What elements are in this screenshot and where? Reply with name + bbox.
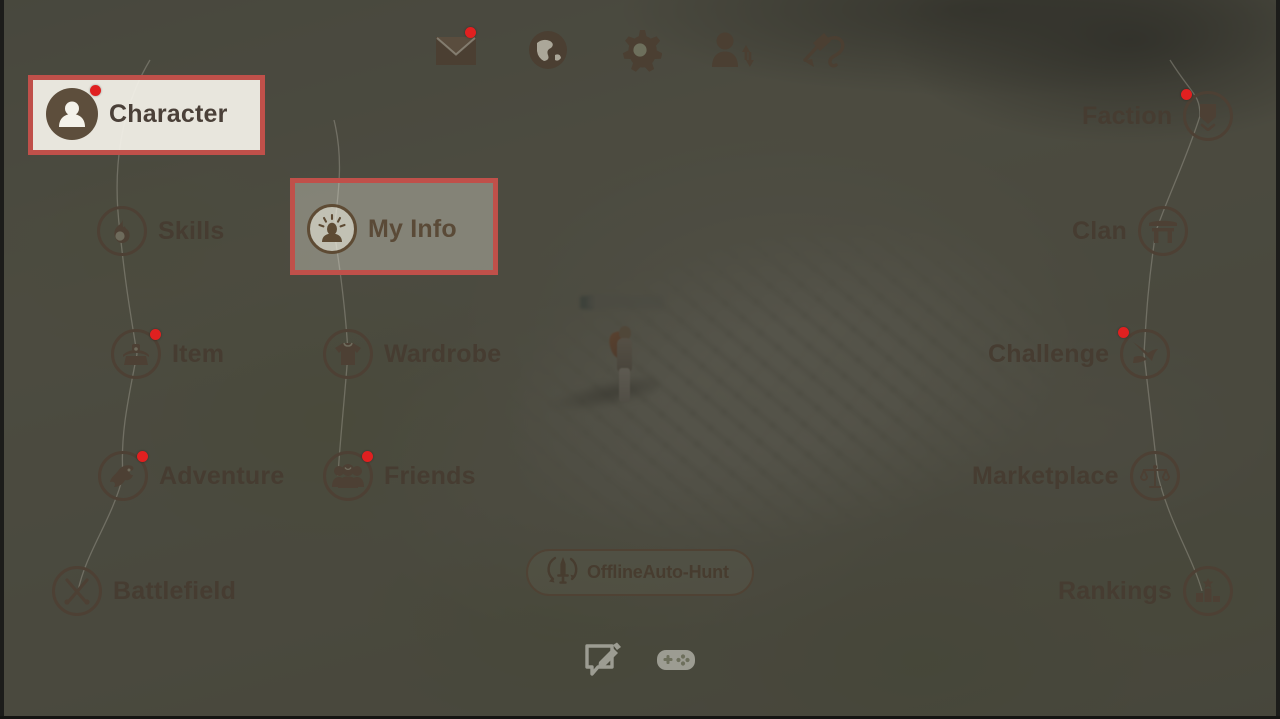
menu-item-wardrobe[interactable]: Wardrobe: [323, 329, 501, 379]
switch-character-icon: [712, 32, 754, 67]
world-icon: [529, 31, 567, 69]
griffin-icon: [98, 451, 148, 501]
shirt-icon: [323, 329, 373, 379]
world-icon-button[interactable]: [524, 26, 572, 74]
letterbox-right: [1276, 0, 1280, 719]
letterbox-left: [0, 0, 4, 719]
bar-chart-star-glyph: [1196, 578, 1221, 602]
character-notification-badge: [90, 85, 101, 96]
crossed-swords-glyph: [64, 578, 90, 605]
menu-item-label: Marketplace: [972, 461, 1119, 490]
menu-item-battlefield[interactable]: Battlefield: [52, 566, 236, 616]
adventure-notification-badge: [137, 451, 148, 462]
sword-refresh-glyph: [547, 556, 578, 584]
scales-glyph: [1139, 464, 1170, 488]
switch-character-icon-button[interactable]: [708, 26, 756, 74]
menu-item-character[interactable]: Character: [46, 85, 228, 140]
offline-auto-hunt-button[interactable]: OfflineAuto-Hunt: [526, 549, 754, 596]
menu-item-label: Item: [172, 339, 225, 368]
menu-item-adventure[interactable]: Adventure: [98, 451, 284, 501]
menu-item-label: Challenge: [988, 339, 1110, 368]
banner-icon: [1181, 89, 1234, 141]
menu-item-clan[interactable]: Clan: [1072, 206, 1188, 256]
top-icon-bar: [0, 22, 1280, 78]
menu-item-label: Skills: [158, 216, 225, 245]
menu-item-label: Rankings: [1058, 576, 1173, 605]
gate-icon: [1137, 206, 1188, 256]
bottom-icon-bar: [0, 636, 1280, 684]
banner-glyph: [1200, 104, 1217, 131]
menu-item-label: Adventure: [159, 461, 285, 490]
menu-item-label: Friends: [384, 461, 476, 490]
scales-icon: [1129, 451, 1180, 501]
profile-spotlight-glyph: [318, 213, 346, 242]
gamepad-icon-button[interactable]: [654, 639, 698, 681]
gamepad-icon: [657, 650, 695, 670]
bar-chart-star-icon: [1183, 566, 1234, 616]
settings-gear-icon-button[interactable]: [616, 26, 664, 74]
mail-icon-button[interactable]: [432, 26, 480, 74]
disconnect-plug-icon: [803, 33, 845, 68]
people-icon: [323, 451, 373, 501]
menu-item-skills[interactable]: Skills: [97, 206, 225, 256]
avatar-icon: [46, 85, 101, 140]
menu-item-faction[interactable]: Faction: [1082, 89, 1234, 141]
menu-item-label: Wardrobe: [384, 339, 502, 368]
gate-glyph: [1148, 220, 1177, 243]
disconnect-plug-icon-button[interactable]: [800, 26, 848, 74]
menu-item-label: My Info: [368, 214, 457, 243]
strike-icon: [1118, 327, 1171, 379]
menu-item-my-info[interactable]: My Info: [307, 204, 457, 254]
menu-item-item[interactable]: Item: [111, 329, 224, 379]
menu-item-friends[interactable]: Friends: [323, 451, 476, 501]
faction-notification-badge: [1181, 89, 1193, 100]
menu-item-label: Battlefield: [113, 576, 237, 605]
flame-glyph: [114, 218, 130, 243]
mail-icon: [436, 37, 476, 65]
challenge-notification-badge: [1118, 327, 1130, 338]
menu-item-rankings[interactable]: Rankings: [1058, 566, 1234, 616]
strike-glyph: [1133, 342, 1159, 363]
menu-item-marketplace[interactable]: Marketplace: [972, 451, 1180, 501]
griffin-glyph: [110, 465, 134, 487]
menu-item-label: Clan: [1072, 216, 1127, 245]
menu-item-label: Character: [109, 99, 228, 128]
chat-compose-icon: [585, 642, 621, 676]
shirt-glyph: [335, 342, 361, 365]
crossed-swords-icon: [52, 566, 102, 616]
item-notification-badge: [150, 329, 161, 340]
settings-gear-icon: [622, 30, 662, 72]
avatar-glyph: [59, 101, 85, 127]
mail-notification-badge: [465, 27, 476, 38]
friends-notification-badge: [362, 451, 373, 462]
flame-icon: [97, 206, 147, 256]
bag-glyph: [123, 344, 149, 365]
bag-icon: [111, 329, 161, 379]
people-glyph: [332, 464, 364, 488]
offline-auto-hunt-label: OfflineAuto-Hunt: [587, 562, 729, 582]
menu-item-label: Faction: [1082, 101, 1173, 130]
menu-item-challenge[interactable]: Challenge: [988, 327, 1171, 379]
sword-refresh-icon: [546, 553, 580, 592]
profile-spotlight-icon: [307, 204, 357, 254]
chat-compose-icon-button[interactable]: [582, 639, 626, 681]
